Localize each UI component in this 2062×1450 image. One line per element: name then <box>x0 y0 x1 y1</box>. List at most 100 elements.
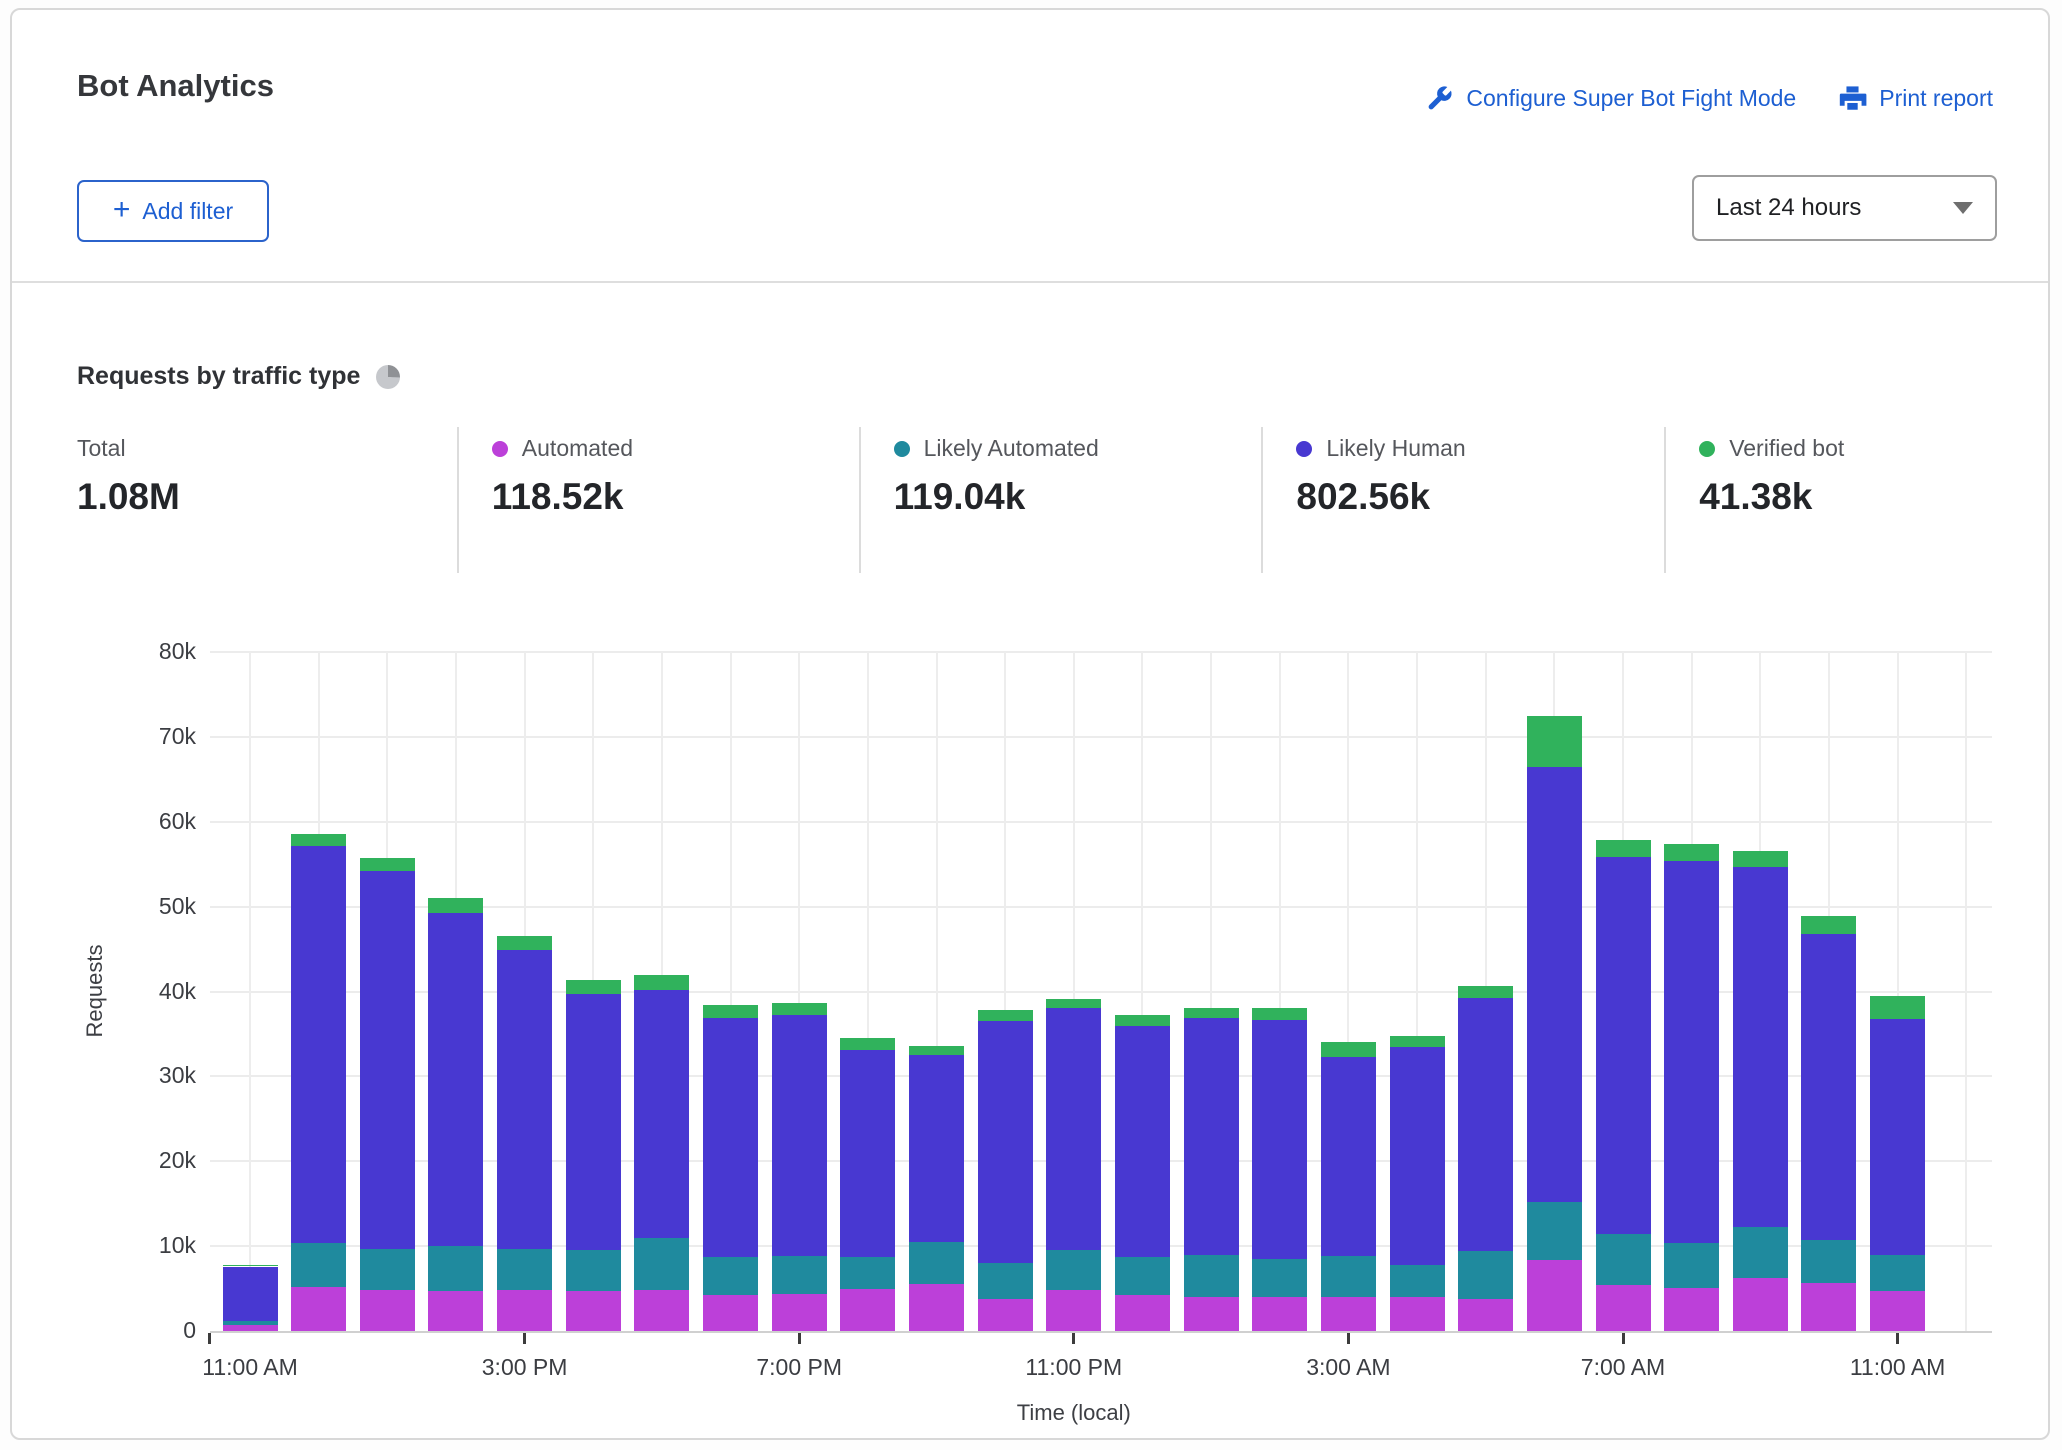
gridline-horizontal <box>210 736 1992 738</box>
bar-segment-likely-human <box>497 950 552 1249</box>
bar-hour-5[interactable] <box>566 980 621 1331</box>
x-axis-tick-label: 3:00 AM <box>1306 1354 1390 1381</box>
bar-segment-verified-bot <box>1115 1015 1170 1026</box>
bar-segment-likely-automated <box>497 1249 552 1291</box>
bar-segment-verified-bot <box>1390 1036 1445 1047</box>
bar-segment-automated <box>1252 1297 1307 1331</box>
bar-segment-automated <box>566 1291 621 1331</box>
bar-segment-likely-automated <box>909 1242 964 1284</box>
bar-hour-8[interactable] <box>772 1003 827 1331</box>
bar-segment-likely-automated <box>1527 1202 1582 1260</box>
bar-segment-likely-automated <box>1458 1251 1513 1299</box>
bar-hour-12[interactable] <box>1046 999 1101 1331</box>
bar-hour-11[interactable] <box>978 1010 1033 1331</box>
bar-hour-4[interactable] <box>497 936 552 1331</box>
bar-hour-14[interactable] <box>1184 1008 1239 1331</box>
bar-hour-3[interactable] <box>428 898 483 1331</box>
bar-hour-16[interactable] <box>1321 1042 1376 1331</box>
bar-segment-likely-automated <box>1596 1234 1651 1285</box>
x-axis-tick <box>208 1333 211 1344</box>
bar-segment-likely-automated <box>428 1246 483 1291</box>
bar-segment-likely-automated <box>360 1249 415 1291</box>
bar-segment-likely-human <box>1733 867 1788 1228</box>
y-axis-tick-label: 70k <box>90 723 196 750</box>
bar-hour-13[interactable] <box>1115 1015 1170 1331</box>
bar-hour-0[interactable] <box>223 1265 278 1331</box>
x-axis-tick-label: 11:00 AM <box>202 1354 297 1381</box>
bar-segment-verified-bot <box>703 1005 758 1018</box>
bar-hour-21[interactable] <box>1664 844 1719 1331</box>
bar-hour-6[interactable] <box>634 975 689 1331</box>
bar-hour-2[interactable] <box>360 858 415 1331</box>
y-axis-tick-label: 20k <box>90 1147 196 1174</box>
bar-segment-likely-human <box>634 990 689 1239</box>
bar-hour-22[interactable] <box>1733 851 1788 1331</box>
bar-segment-likely-automated <box>634 1238 689 1290</box>
y-axis-tick-label: 60k <box>90 808 196 835</box>
bar-segment-likely-automated <box>1252 1259 1307 1297</box>
bar-segment-likely-human <box>1046 1008 1101 1250</box>
bar-hour-17[interactable] <box>1390 1036 1445 1331</box>
bar-hour-19[interactable] <box>1527 716 1582 1331</box>
bar-segment-likely-automated <box>1733 1227 1788 1277</box>
bar-segment-automated <box>909 1284 964 1331</box>
bar-segment-automated <box>360 1290 415 1331</box>
bar-segment-automated <box>497 1290 552 1331</box>
bar-segment-likely-automated <box>1046 1250 1101 1290</box>
bar-segment-likely-automated <box>703 1257 758 1295</box>
bar-segment-automated <box>978 1299 1033 1331</box>
bar-segment-verified-bot <box>360 858 415 871</box>
bar-segment-verified-bot <box>840 1038 895 1050</box>
bar-segment-likely-automated <box>1390 1265 1445 1297</box>
bar-hour-7[interactable] <box>703 1005 758 1331</box>
bar-segment-automated <box>1390 1297 1445 1331</box>
bar-segment-verified-bot <box>1321 1042 1376 1057</box>
bar-segment-likely-human <box>1458 998 1513 1251</box>
bar-segment-likely-human <box>1115 1026 1170 1257</box>
bar-segment-likely-human <box>428 913 483 1246</box>
bar-segment-verified-bot <box>428 898 483 913</box>
x-axis-tick-label: 7:00 AM <box>1581 1354 1665 1381</box>
bar-segment-automated <box>428 1291 483 1331</box>
bar-hour-1[interactable] <box>291 834 346 1331</box>
x-axis-tick-label: 7:00 PM <box>756 1354 842 1381</box>
bar-segment-likely-human <box>1801 934 1856 1240</box>
y-axis-tick-label: 30k <box>90 1062 196 1089</box>
bar-hour-20[interactable] <box>1596 840 1651 1331</box>
gridline-vertical <box>1965 652 1967 1331</box>
bar-segment-likely-automated <box>1870 1255 1925 1291</box>
bar-segment-likely-human <box>1664 861 1719 1243</box>
bar-segment-automated <box>1321 1297 1376 1331</box>
bar-segment-likely-automated <box>1321 1256 1376 1297</box>
bar-hour-9[interactable] <box>840 1038 895 1331</box>
bar-segment-likely-automated <box>978 1263 1033 1299</box>
bar-segment-verified-bot <box>1458 986 1513 998</box>
bar-segment-likely-human <box>909 1055 964 1242</box>
gridline-vertical <box>249 652 251 1331</box>
bar-segment-verified-bot <box>1252 1008 1307 1020</box>
bar-hour-23[interactable] <box>1801 916 1856 1331</box>
requests-bar-chart: 010k20k30k40k50k60k70k80k11:00 AM3:00 PM… <box>0 0 2062 1450</box>
page: Bot Analytics Configure Super Bot Fight … <box>0 0 2062 1450</box>
bar-segment-automated <box>1801 1283 1856 1331</box>
bar-segment-verified-bot <box>772 1003 827 1016</box>
bar-segment-likely-human <box>1527 767 1582 1202</box>
bar-segment-automated <box>223 1325 278 1331</box>
x-axis-title: Time (local) <box>1017 1400 1131 1426</box>
bar-segment-verified-bot <box>1664 844 1719 861</box>
bar-hour-15[interactable] <box>1252 1008 1307 1331</box>
bar-segment-automated <box>1184 1297 1239 1331</box>
bar-hour-24[interactable] <box>1870 996 1925 1331</box>
bar-hour-18[interactable] <box>1458 986 1513 1331</box>
y-axis-title: Requests <box>82 926 108 1056</box>
x-axis-tick <box>1072 1333 1075 1344</box>
bar-segment-likely-human <box>291 846 346 1242</box>
bar-segment-automated <box>1664 1288 1719 1331</box>
bar-segment-verified-bot <box>978 1010 1033 1021</box>
x-axis-tick <box>523 1333 526 1344</box>
bar-segment-verified-bot <box>1596 840 1651 857</box>
bar-hour-10[interactable] <box>909 1046 964 1331</box>
bar-segment-automated <box>703 1295 758 1331</box>
bar-segment-likely-human <box>978 1021 1033 1263</box>
bar-segment-likely-human <box>223 1267 278 1321</box>
